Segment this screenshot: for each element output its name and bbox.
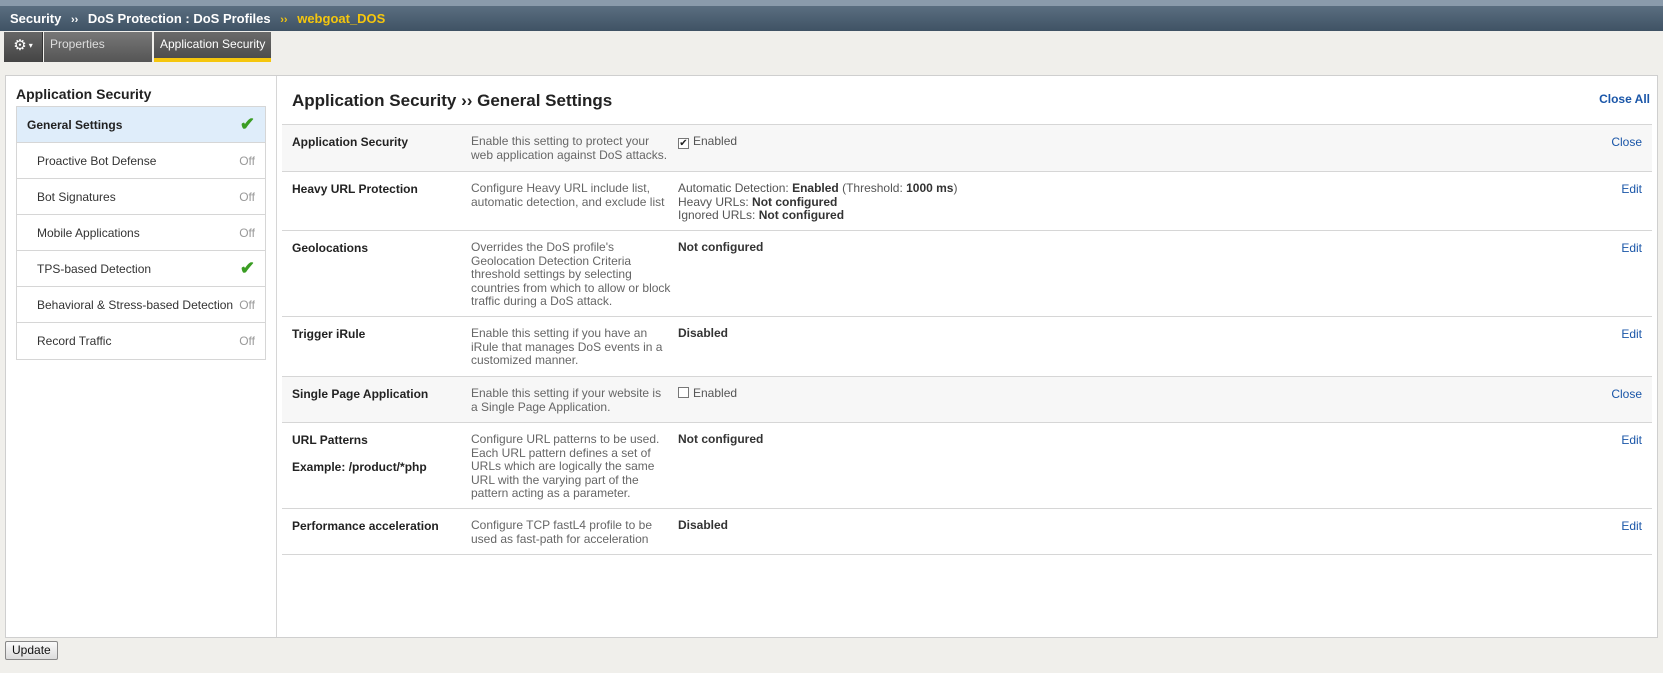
enabled-checkbox[interactable] xyxy=(678,387,689,398)
value-text: Enabled xyxy=(792,181,839,195)
settings-table: Application Security Enable this setting… xyxy=(282,124,1652,555)
setting-description: Overrides the DoS profile's Geolocation … xyxy=(471,240,671,308)
setting-description: Configure Heavy URL include list, automa… xyxy=(471,181,665,209)
value-label: Heavy URLs: xyxy=(678,194,753,209)
tab-application-security[interactable]: Application Security xyxy=(154,32,271,62)
main-panel: Application Security ›› General Settings… xyxy=(282,76,1652,637)
setting-name: URL Patterns xyxy=(292,433,368,447)
status-off: Off xyxy=(239,298,255,312)
value-label: Ignored URLs: xyxy=(678,208,759,222)
setting-row-application-security: Application Security Enable this setting… xyxy=(282,125,1652,172)
setting-row-performance-acceleration: Performance acceleration Configure TCP f… xyxy=(282,509,1652,555)
edit-link[interactable]: Edit xyxy=(1621,182,1642,196)
setting-row-trigger-irule: Trigger iRule Enable this setting if you… xyxy=(282,317,1652,377)
close-all-link[interactable]: Close All xyxy=(1599,92,1650,106)
checkbox-label: Enabled xyxy=(693,386,738,400)
status-off: Off xyxy=(239,190,255,204)
setting-value: Not configured xyxy=(678,432,764,447)
setting-value: Automatic Detection: Enabled (Threshold:… xyxy=(678,181,958,223)
setting-row-single-page-application: Single Page Application Enable this sett… xyxy=(282,377,1652,423)
breadcrumb-current: webgoat_DOS xyxy=(297,11,386,26)
gear-icon: ⚙ xyxy=(13,37,27,54)
status-off: Off xyxy=(239,226,255,240)
value-text: Disabled xyxy=(678,518,729,532)
setting-name: Trigger iRule xyxy=(292,327,366,341)
sidebar-item-record-traffic[interactable]: Record Traffic Off xyxy=(17,323,265,359)
value-label: ) xyxy=(953,181,958,195)
close-link[interactable]: Close xyxy=(1611,387,1642,401)
sidebar-list: General Settings ✔ Proactive Bot Defense… xyxy=(16,106,266,360)
sidebar-item-label: Behavioral & Stress-based Detection xyxy=(37,298,234,312)
sidebar-item-label: Mobile Applications xyxy=(37,226,140,240)
sidebar-item-proactive-bot-defense[interactable]: Proactive Bot Defense Off xyxy=(17,143,265,179)
checkmark-icon: ✔ xyxy=(239,114,255,134)
sidebar: Application Security General Settings ✔ … xyxy=(6,76,277,637)
content-panel: Application Security General Settings ✔ … xyxy=(5,75,1658,638)
checkmark-icon: ✔ xyxy=(239,258,255,278)
sidebar-item-label: TPS-based Detection xyxy=(37,262,152,276)
caret-down-icon: ▾ xyxy=(28,41,33,51)
sidebar-item-bot-signatures[interactable]: Bot Signatures Off xyxy=(17,179,265,215)
setting-row-url-patterns: URL Patterns Example: /product/*php Conf… xyxy=(282,423,1652,509)
setting-row-geolocations: Geolocations Overrides the DoS profile's… xyxy=(282,231,1652,317)
sidebar-item-label: General Settings xyxy=(27,118,123,132)
sidebar-item-label: Record Traffic xyxy=(37,334,112,348)
setting-value: Enabled xyxy=(678,386,738,401)
value-text: Not configured xyxy=(758,208,845,222)
settings-menu-button[interactable]: ⚙ ▾ xyxy=(4,32,43,62)
edit-link[interactable]: Edit xyxy=(1621,327,1642,341)
edit-link[interactable]: Edit xyxy=(1621,519,1642,533)
sidebar-item-tps-based-detection[interactable]: TPS-based Detection ✔ xyxy=(17,251,265,287)
setting-row-heavy-url-protection: Heavy URL Protection Configure Heavy URL… xyxy=(282,172,1652,231)
value-text: Not configured xyxy=(752,194,838,209)
breadcrumb: Security ›› DoS Protection : DoS Profile… xyxy=(0,0,1663,31)
sidebar-item-behavioral-stress-detection[interactable]: Behavioral & Stress-based Detection Off xyxy=(17,287,265,323)
edit-link[interactable]: Edit xyxy=(1621,433,1642,447)
setting-description: Configure TCP fastL4 profile to be used … xyxy=(471,518,652,546)
setting-value: Disabled xyxy=(678,518,729,533)
setting-value: ✔ Enabled xyxy=(678,134,738,149)
setting-name: Single Page Application xyxy=(292,387,429,401)
page-title: Application Security ›› General Settings xyxy=(292,91,613,110)
value-text: 1000 ms xyxy=(906,181,954,195)
value-label: (Threshold: xyxy=(838,181,907,195)
enabled-checkbox[interactable]: ✔ xyxy=(678,138,689,149)
setting-example: Example: /product/*php xyxy=(292,460,427,474)
sidebar-item-general-settings[interactable]: General Settings ✔ xyxy=(17,107,265,143)
setting-description: Configure URL patterns to be used. Each … xyxy=(471,432,660,500)
status-off: Off xyxy=(239,154,255,168)
setting-name: Application Security xyxy=(292,135,409,149)
close-link[interactable]: Close xyxy=(1611,135,1642,149)
value-label: Automatic Detection: xyxy=(678,181,793,195)
edit-link[interactable]: Edit xyxy=(1621,241,1642,255)
tab-bar: ⚙ ▾ Properties Application Security xyxy=(0,31,1663,62)
breadcrumb-separator: ›› xyxy=(280,14,288,26)
setting-description: Enable this setting if your website is a… xyxy=(471,386,662,414)
update-button[interactable]: Update xyxy=(5,641,58,660)
setting-value: Disabled xyxy=(678,326,729,341)
sidebar-item-label: Bot Signatures xyxy=(37,190,116,204)
status-off: Off xyxy=(239,334,255,348)
setting-description: Enable this setting to protect your web … xyxy=(471,134,668,162)
sidebar-item-mobile-applications[interactable]: Mobile Applications Off xyxy=(17,215,265,251)
setting-name: Performance acceleration xyxy=(292,519,439,533)
breadcrumb-security[interactable]: Security xyxy=(10,11,61,26)
breadcrumb-dos-profiles[interactable]: DoS Protection : DoS Profiles xyxy=(88,11,271,26)
setting-name: Heavy URL Protection xyxy=(292,182,418,196)
setting-description: Enable this setting if you have an iRule… xyxy=(471,326,663,367)
value-text: Not configured xyxy=(678,432,764,446)
breadcrumb-separator: ›› xyxy=(70,14,79,26)
setting-value: Not configured xyxy=(678,240,764,255)
sidebar-title: Application Security xyxy=(16,86,152,102)
sidebar-item-label: Proactive Bot Defense xyxy=(37,154,157,168)
setting-name: Geolocations xyxy=(292,241,369,255)
value-text: Not configured xyxy=(678,240,764,254)
tab-properties[interactable]: Properties xyxy=(44,32,152,62)
value-text: Disabled xyxy=(678,326,729,340)
checkbox-label: Enabled xyxy=(693,134,738,148)
